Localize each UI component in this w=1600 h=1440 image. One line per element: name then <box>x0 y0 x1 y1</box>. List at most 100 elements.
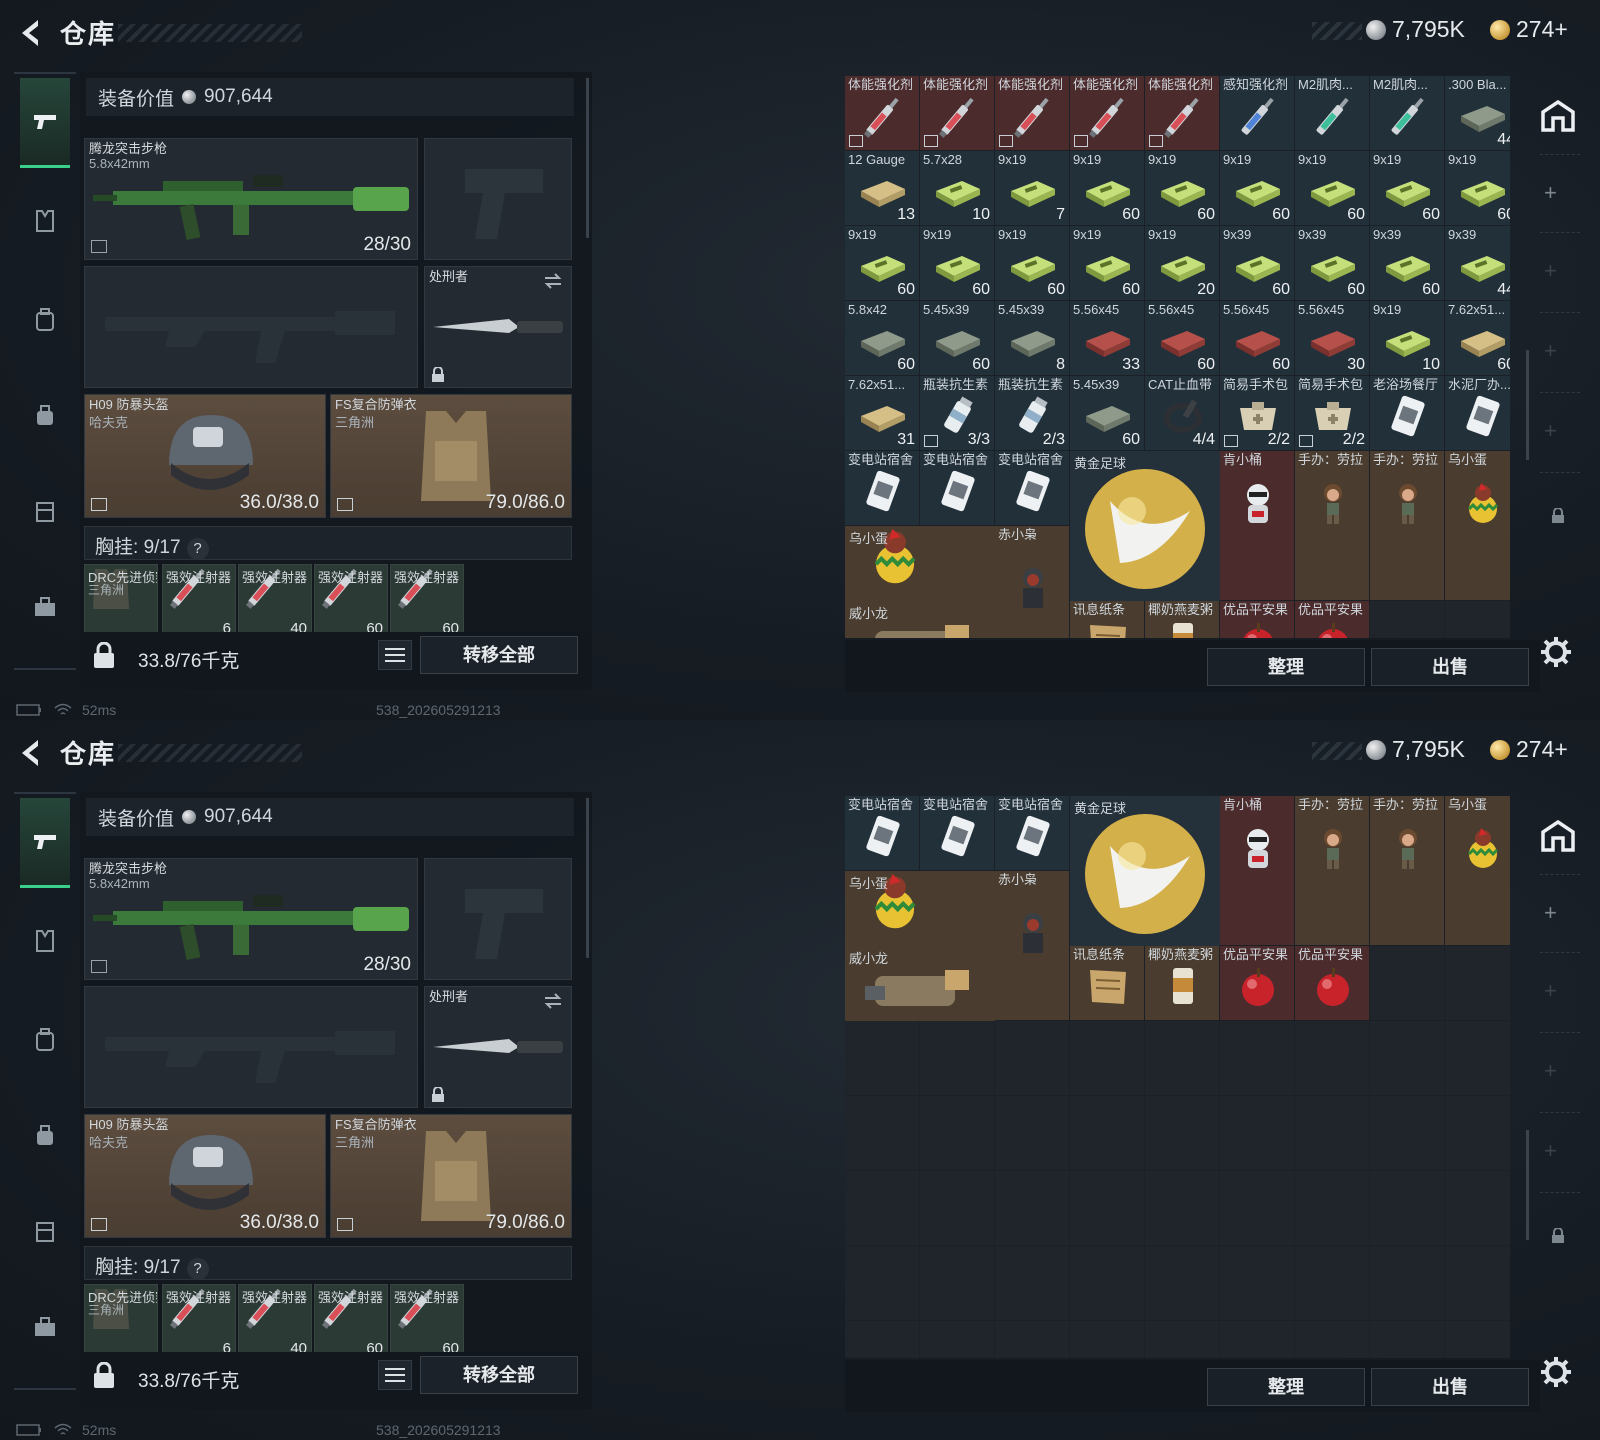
stash-item[interactable]: 5.56x45 30 <box>1295 301 1370 376</box>
stash-item[interactable]: 9x19 60 <box>1145 151 1220 226</box>
chest-rig-item[interactable]: 强效注射器 40 <box>238 564 312 638</box>
stash-item[interactable]: 7.62x51... 60 <box>1445 301 1510 376</box>
sidebar-item-weapons[interactable] <box>20 78 70 168</box>
gear-icon[interactable] <box>1540 1356 1572 1388</box>
sidebar-item-toolbox[interactable] <box>20 1302 70 1352</box>
sidebar-item-backpack[interactable] <box>20 294 70 344</box>
sidebar-item-armor[interactable] <box>20 916 70 966</box>
stash-item[interactable]: 体能强化剂 <box>995 76 1070 151</box>
stash-item[interactable]: 手办：劳拉 <box>1295 451 1370 601</box>
empty-slot[interactable] <box>845 1246 920 1321</box>
stash-item[interactable]: 变电站宿舍 <box>995 796 1070 871</box>
stash-item-golden-football[interactable]: 黄金足球 <box>1070 451 1220 601</box>
stash-item[interactable]: 9x39 60 <box>1370 226 1445 301</box>
sort-button[interactable]: 整理 <box>1207 1368 1365 1406</box>
stash-item[interactable]: 肯小桶 <box>1220 796 1295 946</box>
stash-item[interactable]: 5.7x28 10 <box>920 151 995 226</box>
stash-item[interactable]: 手办：劳拉 <box>1295 796 1370 946</box>
empty-slot[interactable] <box>1445 1246 1510 1321</box>
chest-rig-item[interactable]: DRC先进侦察...三角洲 <box>84 564 158 638</box>
back-arrow-icon[interactable] <box>14 736 48 770</box>
empty-slot[interactable] <box>920 1096 995 1171</box>
stash-item[interactable]: 讯息纸条 <box>1070 946 1145 1021</box>
stash-item[interactable]: 优品平安果 <box>1295 946 1370 1021</box>
transfer-all-button[interactable]: 转移全部 <box>420 636 578 674</box>
stash-item[interactable]: 老浴场餐厅 <box>1370 376 1445 451</box>
add-stash-tab-icon[interactable]: + <box>1544 338 1557 364</box>
add-stash-tab-icon[interactable]: + <box>1544 978 1557 1004</box>
empty-slot[interactable] <box>1145 1096 1220 1171</box>
stash-item[interactable]: 优品平安果 <box>1220 601 1295 638</box>
empty-slot[interactable] <box>1370 1321 1445 1358</box>
empty-slot[interactable] <box>1295 1096 1370 1171</box>
empty-slot[interactable] <box>1295 1021 1370 1096</box>
helmet-slot[interactable]: H09 防暴头盔 哈夫克 36.0/38.0 <box>84 394 326 518</box>
chest-rig-item[interactable]: 强效注射器 6 <box>162 1284 236 1358</box>
empty-slot[interactable] <box>1070 1321 1145 1358</box>
sell-button[interactable]: 出售 <box>1371 1368 1529 1406</box>
empty-slot[interactable] <box>1370 601 1445 638</box>
stash-item[interactable]: 肯小桶 <box>1220 451 1295 601</box>
stash-item[interactable]: 瓶装抗生素 3/3 <box>920 376 995 451</box>
empty-slot[interactable] <box>1145 1021 1220 1096</box>
primary-weapon-slot[interactable]: 腾龙突击步枪 5.8x42mm 28/30 <box>84 858 418 980</box>
add-stash-tab-icon[interactable]: + <box>1544 1058 1557 1084</box>
stash-item[interactable]: 5.56x45 60 <box>1145 301 1220 376</box>
empty-slot[interactable] <box>1070 1171 1145 1246</box>
empty-slot[interactable] <box>845 1096 920 1171</box>
empty-slot[interactable] <box>1445 1096 1510 1171</box>
empty-slot[interactable] <box>1145 1171 1220 1246</box>
gear-icon[interactable] <box>1540 636 1572 668</box>
add-stash-tab-icon[interactable]: + <box>1544 180 1557 206</box>
swap-icon[interactable] <box>543 273 563 289</box>
sidebar-item-bag[interactable] <box>20 390 70 440</box>
empty-slot[interactable] <box>1370 1096 1445 1171</box>
chest-rig-item[interactable]: 强效注射器 60 <box>390 1284 464 1358</box>
empty-slot[interactable] <box>1445 946 1510 1021</box>
empty-slot[interactable] <box>995 1096 1070 1171</box>
gold-currency[interactable]: 274+ <box>1490 16 1568 43</box>
add-stash-tab-icon[interactable]: + <box>1544 258 1557 284</box>
chest-rig-item[interactable]: 强效注射器 60 <box>390 564 464 638</box>
stash-item[interactable]: 乌小蛋 <box>1445 451 1510 601</box>
stash-item-chi[interactable]: 赤小枭 <box>995 526 1070 638</box>
empty-slot[interactable] <box>1295 1246 1370 1321</box>
sell-button[interactable]: 出售 <box>1371 648 1529 686</box>
empty-slot[interactable] <box>1370 1021 1445 1096</box>
stash-item[interactable]: 9x19 60 <box>1445 151 1510 226</box>
empty-slot[interactable] <box>920 1171 995 1246</box>
stash-item[interactable]: 瓶装抗生素 2/3 <box>995 376 1070 451</box>
stash-item-wei[interactable]: 威小龙 <box>845 601 995 638</box>
helmet-slot[interactable]: H09 防暴头盔 哈夫克 36.0/38.0 <box>84 1114 326 1238</box>
empty-slot[interactable] <box>845 1321 920 1358</box>
chest-rig-item[interactable]: DRC先进侦察...三角洲 <box>84 1284 158 1358</box>
melee-slot[interactable]: 处刑者 <box>424 986 572 1108</box>
empty-slot[interactable] <box>1145 1321 1220 1358</box>
stash-item[interactable]: 7.62x51... 31 <box>845 376 920 451</box>
chest-rig-header[interactable]: 胸挂: 9/17? <box>84 526 572 560</box>
list-view-button[interactable] <box>378 1360 412 1390</box>
armor-slot[interactable]: FS复合防弹衣 三角洲 79.0/86.0 <box>330 1114 572 1238</box>
chest-rig-item[interactable]: 强效注射器 40 <box>238 1284 312 1358</box>
empty-slot[interactable] <box>845 1171 920 1246</box>
stash-item[interactable]: 9x39 60 <box>1295 226 1370 301</box>
melee-slot[interactable]: 处刑者 <box>424 266 572 388</box>
empty-slot[interactable] <box>1070 1021 1145 1096</box>
scrollbar[interactable] <box>586 78 589 238</box>
empty-slot[interactable] <box>1220 1246 1295 1321</box>
stash-item-wu-egg[interactable]: 乌小蛋 <box>845 526 995 601</box>
stash-item[interactable]: 5.45x39 60 <box>920 301 995 376</box>
stash-item[interactable]: 9x19 60 <box>1370 151 1445 226</box>
stash-item[interactable]: 体能强化剂 <box>1070 76 1145 151</box>
stash-home-icon[interactable] <box>1540 820 1576 852</box>
silver-currency[interactable]: 7,795K <box>1366 736 1465 763</box>
stash-item[interactable]: 椰奶燕麦粥 <box>1145 946 1220 1021</box>
secondary-weapon-slot[interactable] <box>84 986 418 1108</box>
back-arrow-icon[interactable] <box>14 16 48 50</box>
stash-item[interactable]: 优品平安果 <box>1220 946 1295 1021</box>
empty-slot[interactable] <box>1070 1246 1145 1321</box>
sidebar-item-container[interactable] <box>20 1206 70 1256</box>
stash-item[interactable]: 9x19 7 <box>995 151 1070 226</box>
stash-item[interactable]: 5.45x39 8 <box>995 301 1070 376</box>
stash-item[interactable]: 9x19 60 <box>995 226 1070 301</box>
